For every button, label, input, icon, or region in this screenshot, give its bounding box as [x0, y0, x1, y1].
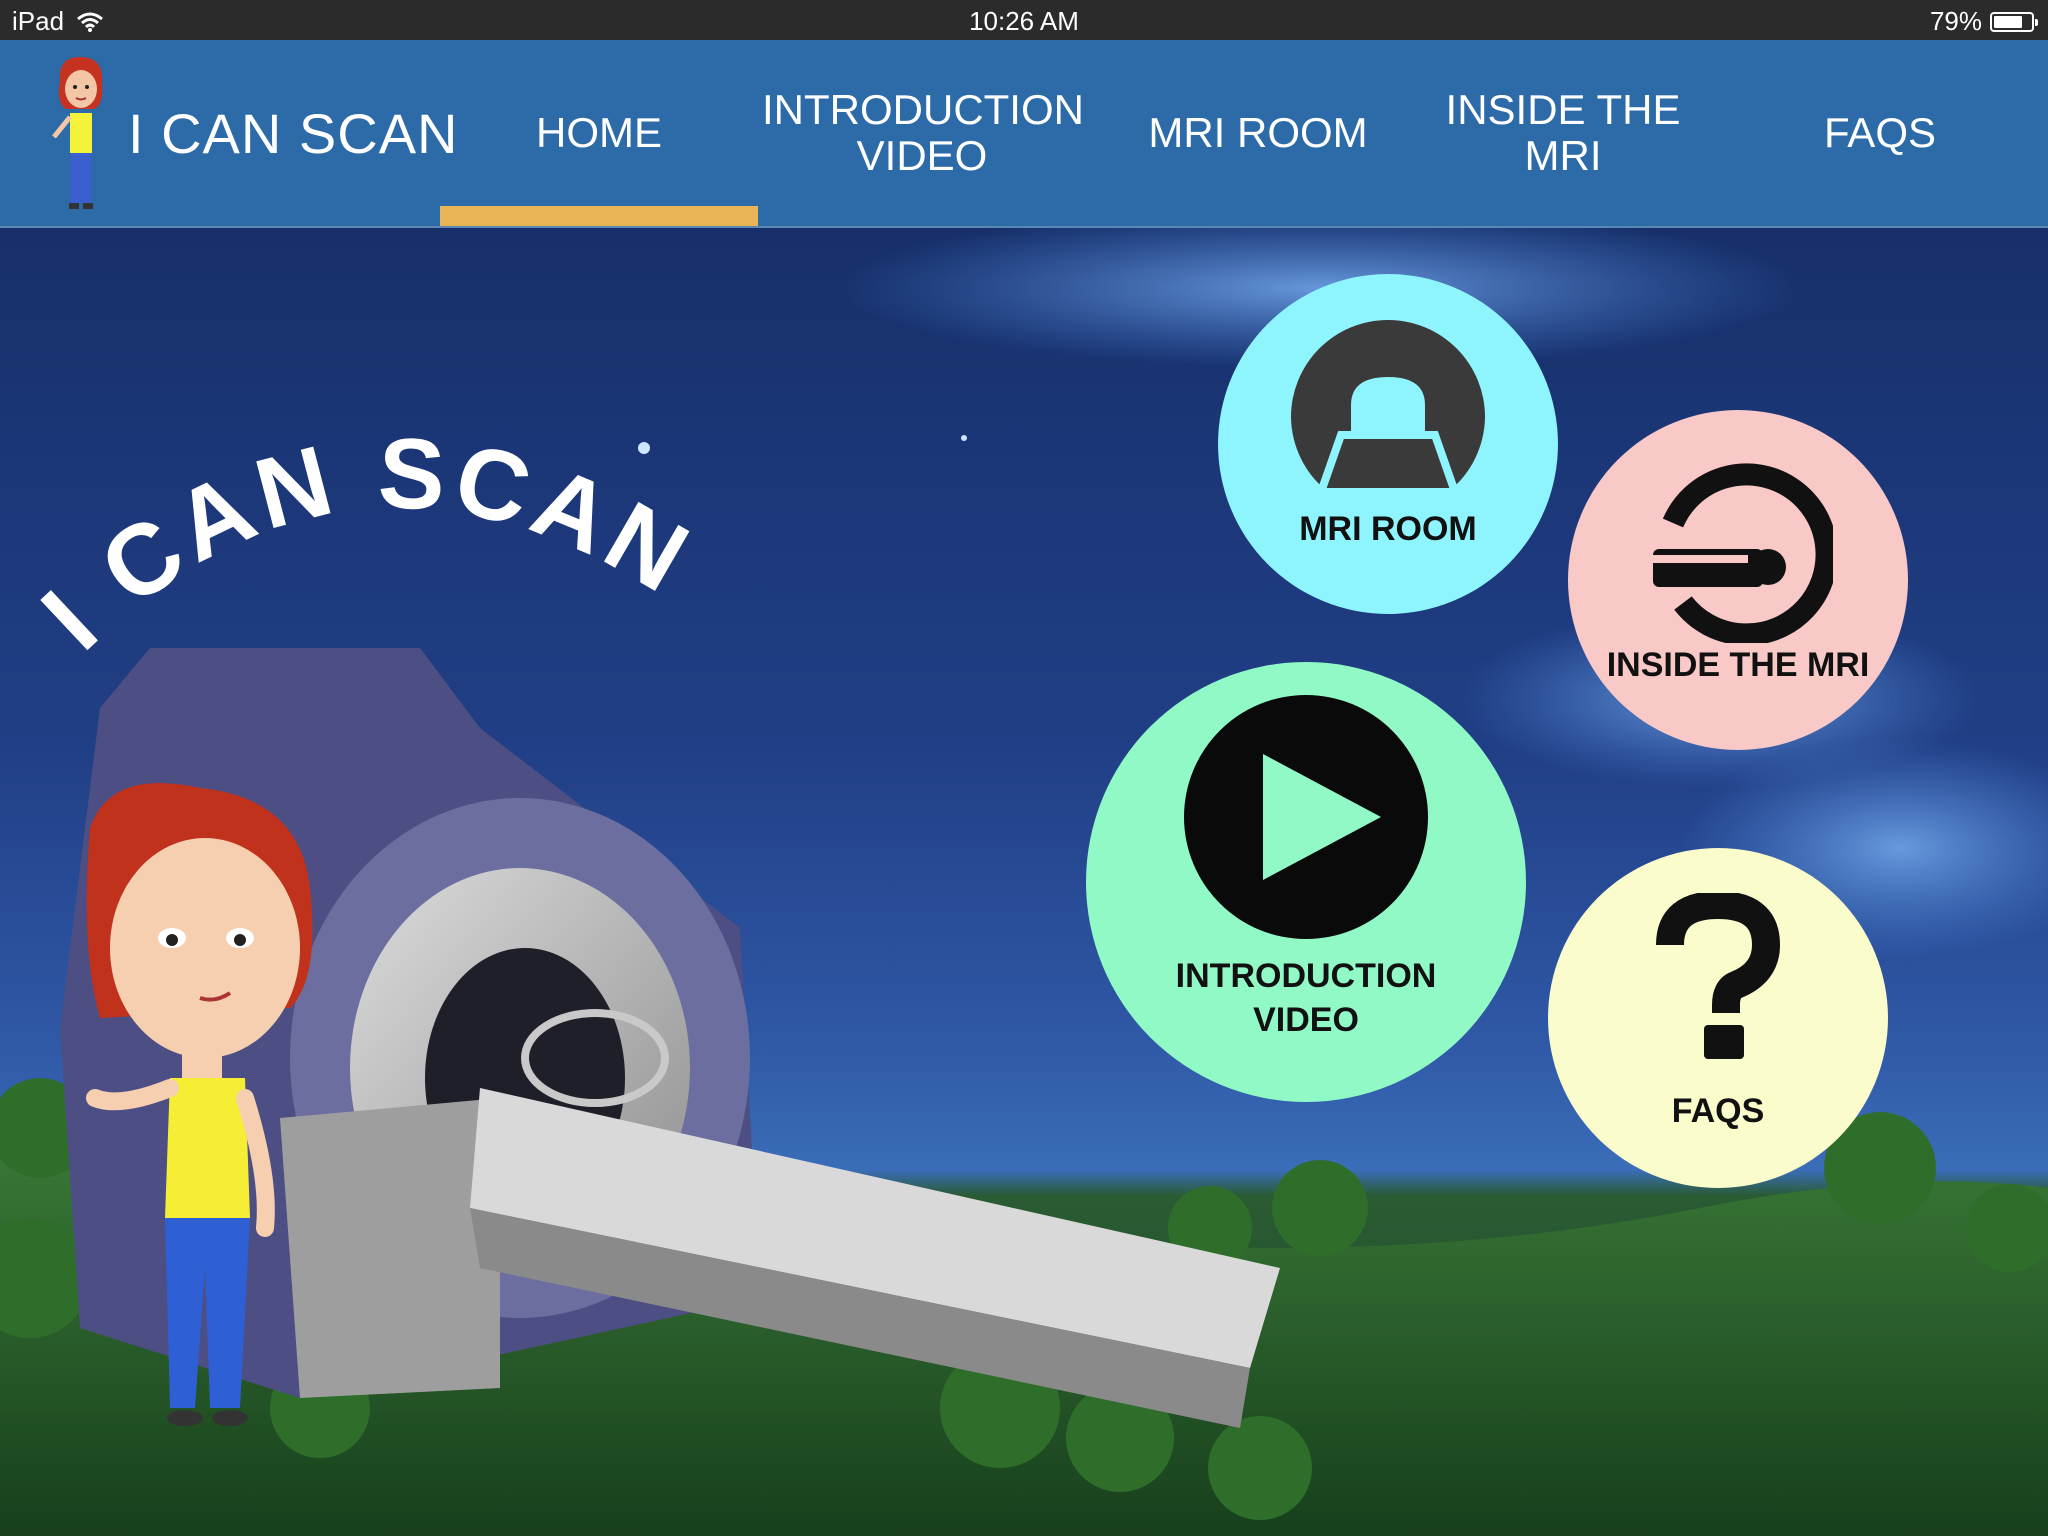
- patient-in-scanner-icon: [1653, 463, 1833, 643]
- play-icon: [1184, 695, 1428, 939]
- brand-title: I CAN SCAN: [128, 101, 459, 165]
- hero-scene: I CAN SCAN MRI ROOM INSIDE THE MRI INTRO…: [0, 228, 2048, 1536]
- faqs-label: FAQS: [1671, 1092, 1765, 1130]
- battery-percent: 79%: [1929, 6, 1982, 36]
- mascot-logo: [52, 57, 103, 209]
- introduction-video-label: INTRODUCTION VIDEO: [1175, 957, 1437, 1039]
- nav-home-label: HOME: [536, 109, 662, 156]
- arc-title: I CAN SCAN: [21, 417, 711, 671]
- mri-room-button[interactable]: MRI ROOM: [1218, 274, 1558, 614]
- question-mark-icon: [1656, 893, 1781, 1059]
- clock: 10:26 AM: [969, 6, 1079, 36]
- brand[interactable]: I CAN SCAN: [44, 50, 459, 216]
- nav-faqs[interactable]: FAQS: [1760, 40, 2000, 226]
- nav-introduction-video[interactable]: INTRODUCTION VIDEO: [758, 40, 1086, 226]
- nav-inside-the-mri-label: INSIDE THE MRI: [1445, 86, 1681, 179]
- nav-introduction-video-label: INTRODUCTION VIDEO: [762, 86, 1084, 179]
- introduction-video-button[interactable]: INTRODUCTION VIDEO: [1086, 662, 1526, 1102]
- mri-scanner-icon: [1291, 320, 1485, 496]
- nav-mri-room-label: MRI ROOM: [1148, 109, 1368, 156]
- mri-room-label: MRI ROOM: [1299, 510, 1477, 548]
- top-nav: I CAN SCAN HOME INTRODUCTION VIDEO MRI R…: [0, 40, 2048, 228]
- nav-inside-the-mri[interactable]: INSIDE THE MRI: [1420, 40, 1706, 226]
- nav-mri-room[interactable]: MRI ROOM: [1108, 40, 1408, 226]
- inside-the-mri-button[interactable]: INSIDE THE MRI: [1568, 410, 1908, 750]
- faqs-button[interactable]: FAQS: [1548, 848, 1888, 1188]
- status-bar: iPad 10:26 AM 79%: [0, 0, 2048, 40]
- inside-the-mri-label: INSIDE THE MRI: [1606, 646, 1870, 684]
- battery-icon: [1990, 11, 2038, 32]
- nav-faqs-label: FAQS: [1823, 109, 1937, 156]
- nav-home[interactable]: HOME: [440, 40, 758, 226]
